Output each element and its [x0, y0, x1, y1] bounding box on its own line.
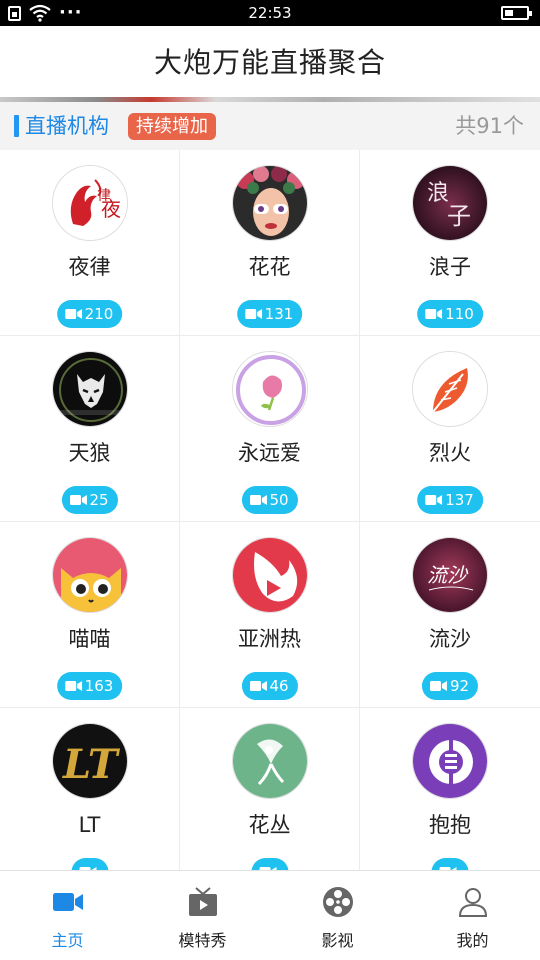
platform-card[interactable]: 花花 131: [180, 150, 360, 336]
section-title: 直播机构: [25, 114, 109, 138]
video-camera-icon: [425, 309, 443, 319]
room-count: 163: [84, 677, 114, 695]
platform-card[interactable]: 天狼 25: [0, 336, 180, 522]
room-count-badge: 92: [421, 672, 479, 700]
person-icon: [458, 888, 487, 917]
room-count-badge: 137: [417, 486, 483, 514]
svg-text:律: 律: [97, 188, 111, 204]
platform-card[interactable]: 永远爱 50: [180, 336, 360, 522]
platform-name: 抱抱: [429, 813, 471, 837]
platform-card[interactable]: 喵喵 163: [0, 522, 180, 708]
platform-name: 天狼: [68, 441, 111, 465]
room-count-badge: 25: [61, 486, 118, 514]
room-count: 210: [84, 305, 114, 323]
tianlang-logo: [52, 351, 128, 427]
svg-text:LT: LT: [62, 741, 121, 788]
video-camera-icon: [249, 495, 267, 505]
film-reel-icon: [322, 887, 353, 917]
huahua-logo: [232, 165, 308, 241]
video-camera-icon: [64, 309, 82, 319]
platform-card[interactable]: 夜 律 夜律 210: [0, 150, 180, 336]
platform-name: 亚洲热: [238, 627, 301, 651]
nav-models[interactable]: 模特秀: [135, 871, 270, 960]
video-camera-icon: [249, 681, 267, 691]
platform-name: 烈火: [429, 441, 471, 465]
room-count-badge: 210: [56, 300, 123, 328]
video-camera-icon: [52, 893, 83, 911]
nav-label: 影视: [321, 931, 354, 950]
platform-grid-scroll[interactable]: 夜 律 夜律 210 花花 131 浪 子 浪子 110 天狼 25 永远爱 5…: [0, 150, 540, 870]
status-bar: ··· 22:53: [0, 0, 540, 26]
nav-me[interactable]: 我的: [405, 871, 540, 960]
room-count-badge: [251, 858, 288, 870]
video-camera-icon: [429, 681, 447, 691]
room-count-badge: 163: [56, 672, 123, 700]
room-count: 137: [445, 491, 474, 509]
platform-name: 流沙: [429, 627, 471, 651]
miaomiao-logo: [52, 537, 128, 613]
platform-card[interactable]: 抱抱: [360, 708, 540, 870]
room-count: 110: [445, 305, 474, 323]
platform-card[interactable]: 烈火 137: [360, 336, 540, 522]
tv-icon: [188, 887, 217, 916]
room-count-badge: 50: [241, 486, 298, 514]
room-count-badge: [431, 858, 469, 870]
room-count-badge: 46: [241, 672, 298, 700]
platform-name: 夜律: [68, 255, 111, 279]
liusha-logo: 流沙: [412, 537, 488, 613]
platform-name: 花花: [248, 255, 291, 279]
nav-label: 模特秀: [178, 931, 227, 950]
room-count: 25: [89, 491, 109, 509]
nav-home[interactable]: 主页: [0, 871, 135, 960]
platform-card[interactable]: 流沙 流沙 92: [360, 522, 540, 708]
section-header: 直播机构 持续增加 共91个: [0, 102, 540, 150]
lt-logo: LT: [52, 723, 128, 799]
yelv-logo: 夜 律: [52, 165, 128, 241]
battery-icon: [501, 6, 532, 20]
room-count-badge: 131: [236, 300, 303, 328]
platform-name: 花丛: [248, 813, 291, 837]
room-count: 50: [269, 491, 289, 509]
room-count: 92: [449, 677, 470, 695]
platform-card[interactable]: 花丛: [180, 708, 360, 870]
room-count: 131: [264, 305, 294, 323]
section-tag: 持续增加: [128, 113, 216, 140]
svg-text:浪: 浪: [427, 181, 449, 206]
app-title: 大炮万能直播聚合: [153, 46, 386, 79]
nav-label: 我的: [456, 931, 489, 950]
huacong-logo: [232, 723, 308, 799]
platform-grid: 夜 律 夜律 210 花花 131 浪 子 浪子 110 天狼 25 永远爱 5…: [0, 150, 540, 870]
video-camera-icon: [244, 309, 262, 319]
yazhoure-logo: [232, 537, 308, 613]
nav-label: 主页: [51, 931, 84, 950]
platform-name: LT: [78, 813, 101, 837]
room-count: 46: [269, 677, 289, 695]
video-camera-icon: [69, 495, 87, 505]
svg-text:流沙: 流沙: [427, 563, 469, 587]
platform-card[interactable]: 浪 子 浪子 110: [360, 150, 540, 336]
platform-card[interactable]: LT LT: [0, 708, 180, 870]
room-count-badge: [71, 858, 108, 870]
video-camera-icon: [425, 495, 443, 505]
status-time: 22:53: [248, 4, 292, 22]
room-count-badge: 110: [417, 300, 483, 328]
section-count: 共91个: [455, 114, 524, 138]
nav-movies[interactable]: 影视: [270, 871, 405, 960]
platform-name: 喵喵: [68, 627, 111, 651]
video-camera-icon: [64, 681, 82, 691]
bottom-nav: 主页 模特秀 影视 我的: [0, 870, 540, 960]
platform-name: 永远爱: [238, 441, 301, 465]
app-header: 大炮万能直播聚合: [0, 26, 540, 98]
svg-text:子: 子: [447, 202, 471, 230]
section-accent-bar: [14, 115, 19, 137]
yongyuanai-logo: [232, 351, 308, 427]
langzi-logo: 浪 子: [412, 165, 488, 241]
platform-card[interactable]: 亚洲热 46: [180, 522, 360, 708]
baobao-logo: [412, 723, 488, 799]
platform-name: 浪子: [429, 255, 471, 279]
liehuo-logo: [412, 351, 488, 427]
